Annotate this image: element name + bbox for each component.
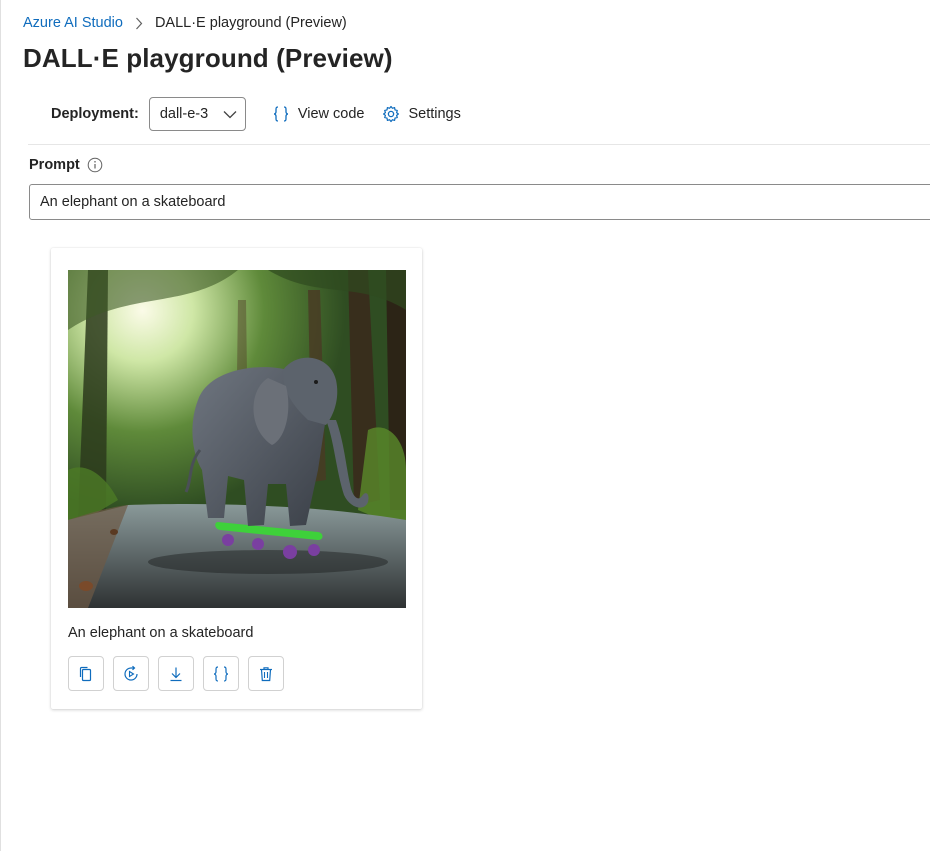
page-title: DALL·E playground (Preview) (23, 43, 393, 73)
deployment-label: Deployment: (51, 106, 139, 122)
code-braces-icon (272, 105, 290, 123)
download-icon (167, 665, 185, 683)
view-json-button[interactable] (203, 656, 239, 691)
deployment-selected-value: dall-e-3 (159, 106, 209, 122)
gear-icon (382, 105, 400, 123)
image-actions (68, 656, 293, 691)
copy-icon (77, 665, 95, 683)
delete-button[interactable] (248, 656, 284, 691)
chevron-right-icon (135, 17, 143, 30)
prompt-input[interactable]: An elephant on a skateboard (29, 184, 930, 220)
breadcrumb: Azure AI Studio DALL·E playground (Previ… (23, 13, 347, 33)
prompt-label-text: Prompt (29, 157, 80, 173)
settings-label: Settings (408, 106, 461, 122)
regenerate-icon (122, 665, 140, 683)
left-divider (0, 0, 1, 851)
toolbar: Deployment: dall-e-3 View code Settings (51, 96, 461, 132)
regenerate-button[interactable] (113, 656, 149, 691)
image-caption: An elephant on a skateboard (68, 625, 254, 641)
settings-button[interactable]: Settings (382, 105, 461, 123)
view-code-label: View code (297, 106, 365, 122)
delete-icon (257, 665, 275, 683)
info-icon[interactable] (87, 157, 103, 173)
breadcrumb-root-link[interactable]: Azure AI Studio (23, 15, 123, 31)
deployment-select[interactable]: dall-e-3 (148, 97, 246, 131)
generated-image-card: An elephant on a skateboard (51, 248, 422, 709)
toolbar-divider (28, 144, 930, 145)
chevron-down-icon (223, 110, 237, 119)
copy-button[interactable] (68, 656, 104, 691)
breadcrumb-current: DALL·E playground (Preview) (154, 15, 347, 31)
download-button[interactable] (158, 656, 194, 691)
generated-image[interactable] (68, 270, 406, 608)
view-code-button[interactable]: View code (272, 105, 365, 123)
prompt-label: Prompt (29, 157, 103, 173)
code-braces-icon (212, 665, 230, 683)
